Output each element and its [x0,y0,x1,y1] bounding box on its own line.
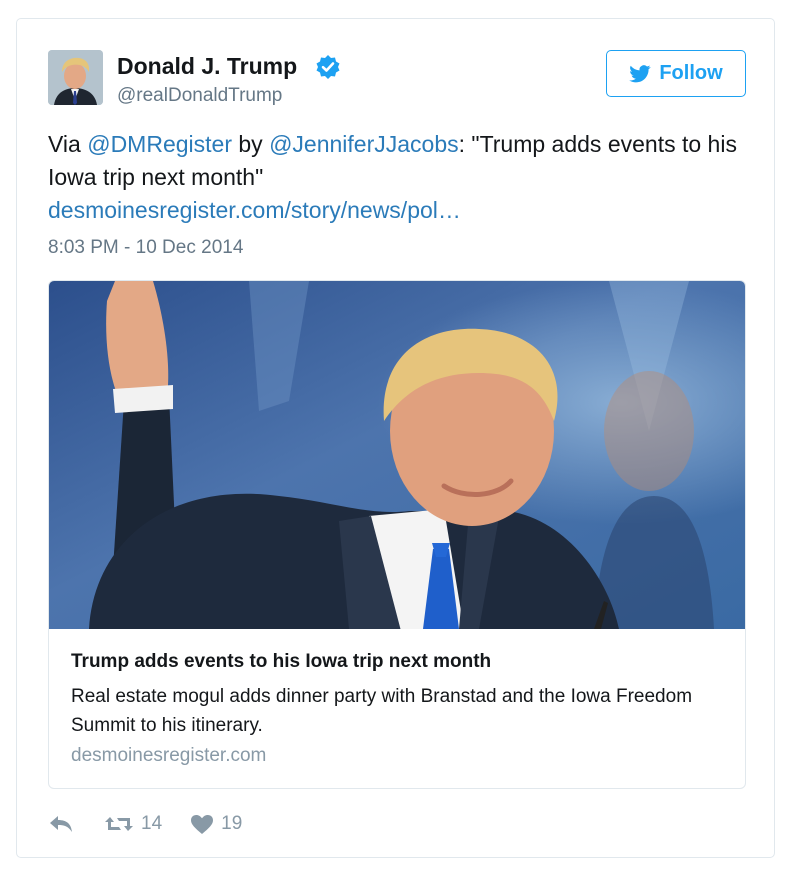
link-preview-card[interactable]: Trump adds events to his Iowa trip next … [48,280,746,789]
twitter-bird-icon [629,64,652,82]
author-handle[interactable]: @realDonaldTrump [117,85,282,107]
tweet-timestamp[interactable]: 8:03 PM - 10 Dec 2014 [48,237,243,259]
mention-dmregister[interactable]: @DMRegister [87,131,232,157]
tweet-text-prefix: Via [48,131,88,157]
like-action[interactable]: 19 [190,813,242,835]
tweet-text: Via @DMRegister by @JenniferJJacobs: "Tr… [48,128,758,227]
tweet-actions: 14 19 [48,809,242,839]
tweet-embed-card: Donald J. Trump @realDonaldTrump Follow … [16,18,775,858]
retweet-count: 14 [141,813,163,834]
follow-button[interactable]: Follow [606,50,746,97]
preview-domain: desmoinesregister.com [71,745,267,766]
author-avatar[interactable] [48,50,103,105]
like-count: 19 [221,813,243,834]
article-photo [49,281,745,629]
preview-description: Real estate mogul adds dinner party with… [71,686,693,736]
reply-action[interactable] [48,814,74,834]
reply-icon [50,816,72,832]
retweet-icon [105,817,133,831]
follow-button-label: Follow [659,62,723,84]
tweet-text-middle: by [231,131,270,157]
verified-badge-icon [316,55,340,79]
mention-jenniferjjacobs[interactable]: @JenniferJJacobs [269,131,459,157]
heart-icon [191,814,214,834]
tweet-url-link[interactable]: desmoinesregister.com/story/news/pol… [48,197,461,223]
retweet-action[interactable]: 14 [104,813,162,835]
preview-title[interactable]: Trump adds events to his Iowa trip next … [71,651,491,673]
author-name[interactable]: Donald J. Trump [117,53,297,80]
profile-photo [48,50,103,105]
